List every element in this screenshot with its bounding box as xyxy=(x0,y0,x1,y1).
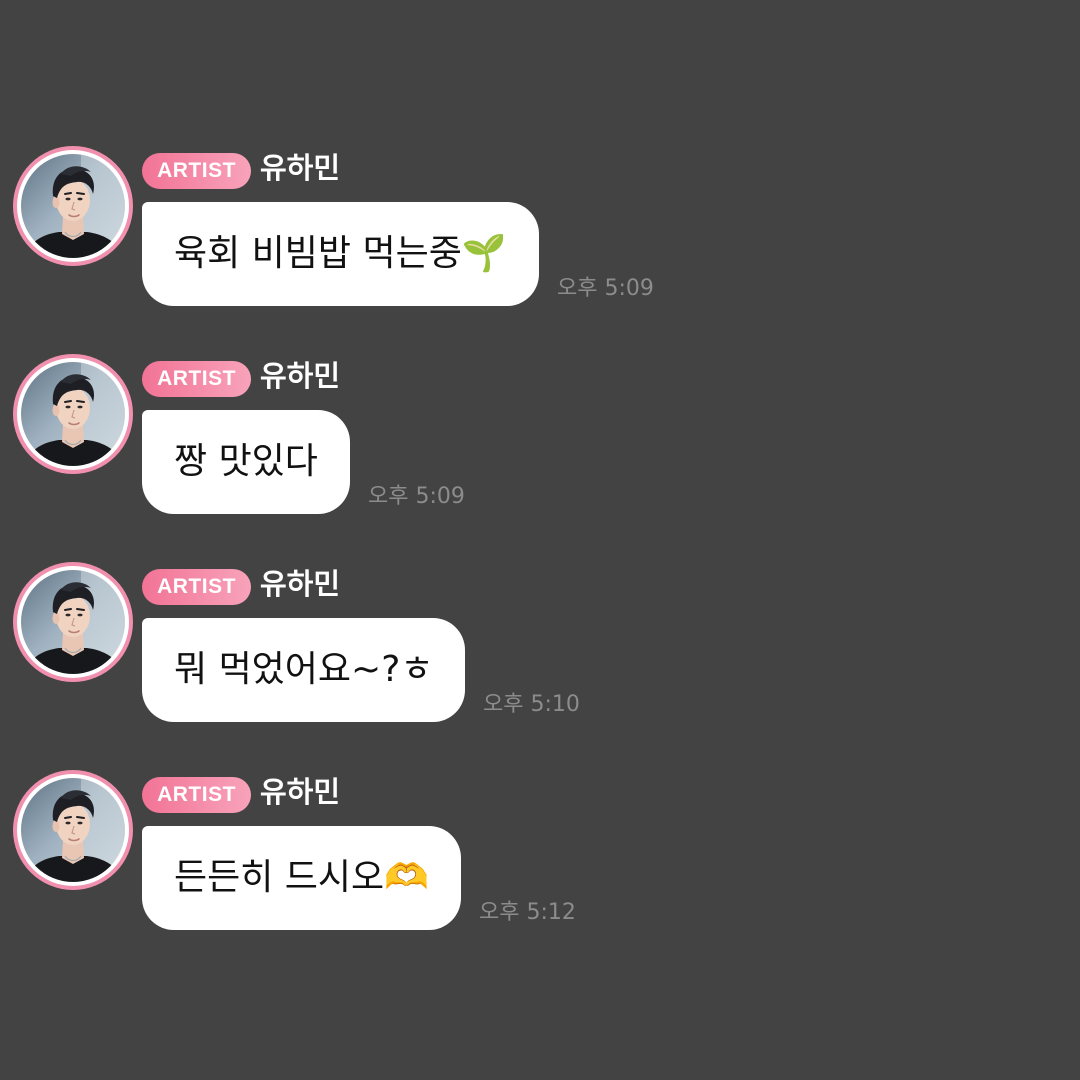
avatar[interactable] xyxy=(13,562,133,682)
message-bubble[interactable]: 짱 맛있다 xyxy=(142,410,350,514)
chat-message: ARTIST 유하민 짱 맛있다 오후 5:09 xyxy=(0,354,1080,544)
chat-message: ARTIST 유하민 육회 비빔밥 먹는중🌱 오후 5:09 xyxy=(0,146,1080,336)
avatar[interactable] xyxy=(13,146,133,266)
sender-name: 유하민 xyxy=(260,775,341,809)
message-time: 오후 5:10 xyxy=(483,692,580,717)
profile-avatar-icon xyxy=(21,570,125,674)
avatar[interactable] xyxy=(13,770,133,890)
message-bubble[interactable]: 든든히 드시오🫶 xyxy=(142,826,461,930)
message-time: 오후 5:09 xyxy=(557,276,654,301)
profile-avatar-icon xyxy=(21,154,125,258)
artist-badge: ARTIST xyxy=(142,777,251,813)
sender-name: 유하민 xyxy=(260,359,341,393)
message-bubble[interactable]: 뭐 먹었어요~?ㅎ xyxy=(142,618,466,722)
avatar[interactable] xyxy=(13,354,133,474)
sender-name: 유하민 xyxy=(260,151,341,185)
profile-avatar-icon xyxy=(21,778,125,882)
chat-message: ARTIST 유하민 뭐 먹었어요~?ㅎ 오후 5:10 xyxy=(0,562,1080,752)
profile-avatar-icon xyxy=(21,362,125,466)
message-time: 오후 5:09 xyxy=(368,484,465,509)
artist-badge: ARTIST xyxy=(142,361,251,397)
message-bubble[interactable]: 육회 비빔밥 먹는중🌱 xyxy=(142,202,539,306)
sender-name: 유하민 xyxy=(260,567,341,601)
message-time: 오후 5:12 xyxy=(479,900,576,925)
chat-message: ARTIST 유하민 든든히 드시오🫶 오후 5:12 xyxy=(0,770,1080,960)
artist-badge: ARTIST xyxy=(142,569,251,605)
artist-badge: ARTIST xyxy=(142,153,251,189)
